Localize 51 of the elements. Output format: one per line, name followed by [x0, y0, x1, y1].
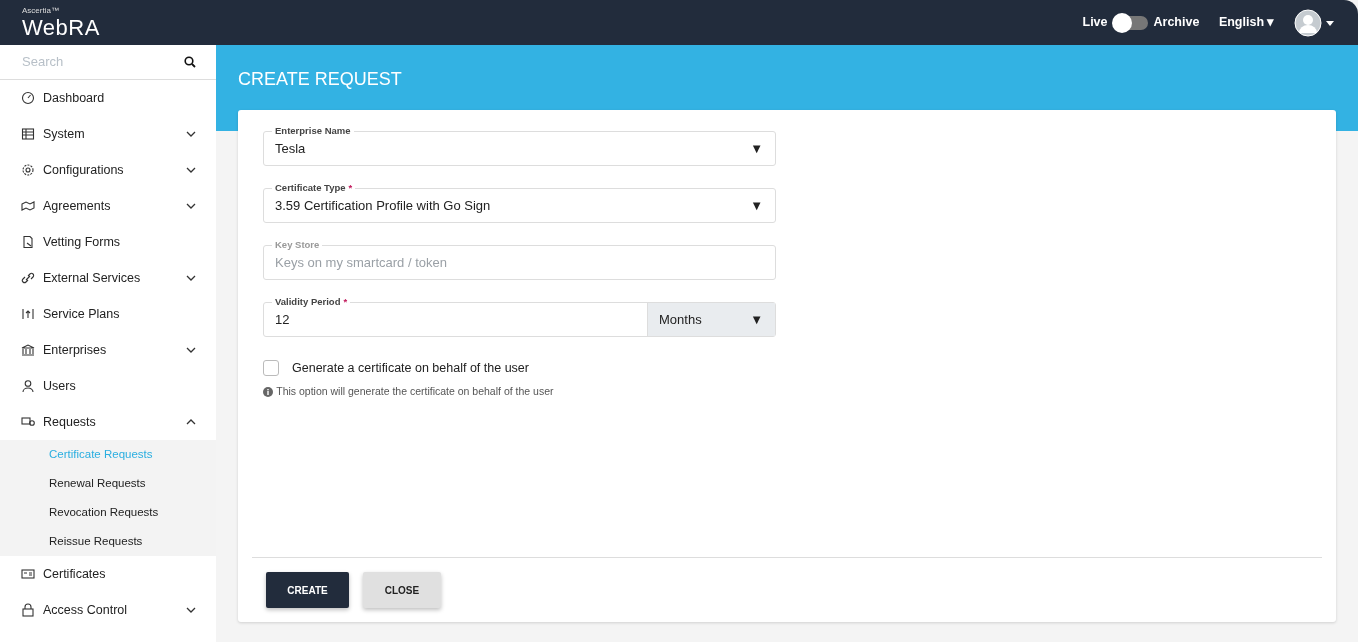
- info-icon: [263, 387, 273, 398]
- menu-item-icon: [21, 379, 35, 393]
- sidebar-item[interactable]: Certificates: [0, 556, 216, 592]
- submenu-item[interactable]: Reissue Requests: [0, 527, 216, 556]
- create-button[interactable]: CREATE: [266, 572, 349, 608]
- field-label: Validity Period *: [272, 295, 351, 310]
- sidebar-item[interactable]: Enterprises: [0, 332, 216, 368]
- menu-item-icon: [21, 163, 35, 177]
- sidebar-item[interactable]: Vetting Forms: [0, 224, 216, 260]
- search-icon[interactable]: [184, 56, 196, 68]
- submenu-item[interactable]: Revocation Requests: [0, 498, 216, 527]
- menu-item-icon: [21, 91, 35, 105]
- field-value: 12: [274, 310, 291, 329]
- avatar-menu-icon[interactable]: [1294, 8, 1336, 37]
- unit-dropdown[interactable]: Months ▼: [647, 303, 775, 336]
- menu-item-icon: [21, 603, 35, 617]
- menu-item-icon: [21, 343, 35, 357]
- menu-item-icon: [21, 235, 35, 249]
- language-dropdown[interactable]: English ▾: [1218, 13, 1275, 32]
- dropdown-arrow: ▼: [750, 310, 764, 329]
- dropdown-arrow: ▼: [750, 196, 764, 215]
- toggle-label: Archive: [1153, 14, 1200, 32]
- submenu-item[interactable]: Renewal Requests: [0, 469, 216, 498]
- checkbox-label: Generate a certificate on behalf of the user: [292, 360, 529, 377]
- close-button[interactable]: CLOSE: [363, 572, 441, 608]
- field-label: Certificate Type *: [272, 181, 356, 196]
- field-label: Enterprise Name: [272, 124, 354, 139]
- brand-tagline: Ascertia™: [22, 6, 60, 15]
- sidebar-item[interactable]: Service Plans: [0, 296, 216, 332]
- menu-item-icon: [21, 199, 35, 213]
- sidebar-item[interactable]: Access Control: [0, 592, 216, 628]
- sidebar-item[interactable]: External Services: [0, 260, 216, 296]
- dropdown-arrow: ▼: [750, 139, 764, 158]
- checkbox[interactable]: [263, 360, 279, 377]
- menu-item-icon: [21, 415, 35, 429]
- field-value: Tesla: [274, 139, 307, 158]
- sidebar-item[interactable]: Agreements: [0, 188, 216, 224]
- menu-item-icon: [21, 127, 35, 141]
- brand-logo: WebRA: [22, 16, 100, 39]
- menu-item-icon: [21, 271, 35, 285]
- sidebar-item[interactable]: Dashboard: [0, 80, 216, 116]
- hint-text: This option will generate the certificate on behalf of the user: [276, 384, 554, 400]
- menu-item-icon: [21, 567, 35, 581]
- sidebar-item[interactable]: System: [0, 116, 216, 152]
- sidebar-item[interactable]: Users: [0, 368, 216, 404]
- toggle-label: Live: [1082, 14, 1108, 32]
- page-title: CREATE REQUEST: [238, 69, 402, 89]
- menu-item-icon: [21, 307, 35, 321]
- mode-switch[interactable]: [1113, 15, 1148, 30]
- sidebar-item[interactable]: Requests: [0, 404, 216, 440]
- sidebar-item[interactable]: Configurations: [0, 152, 216, 188]
